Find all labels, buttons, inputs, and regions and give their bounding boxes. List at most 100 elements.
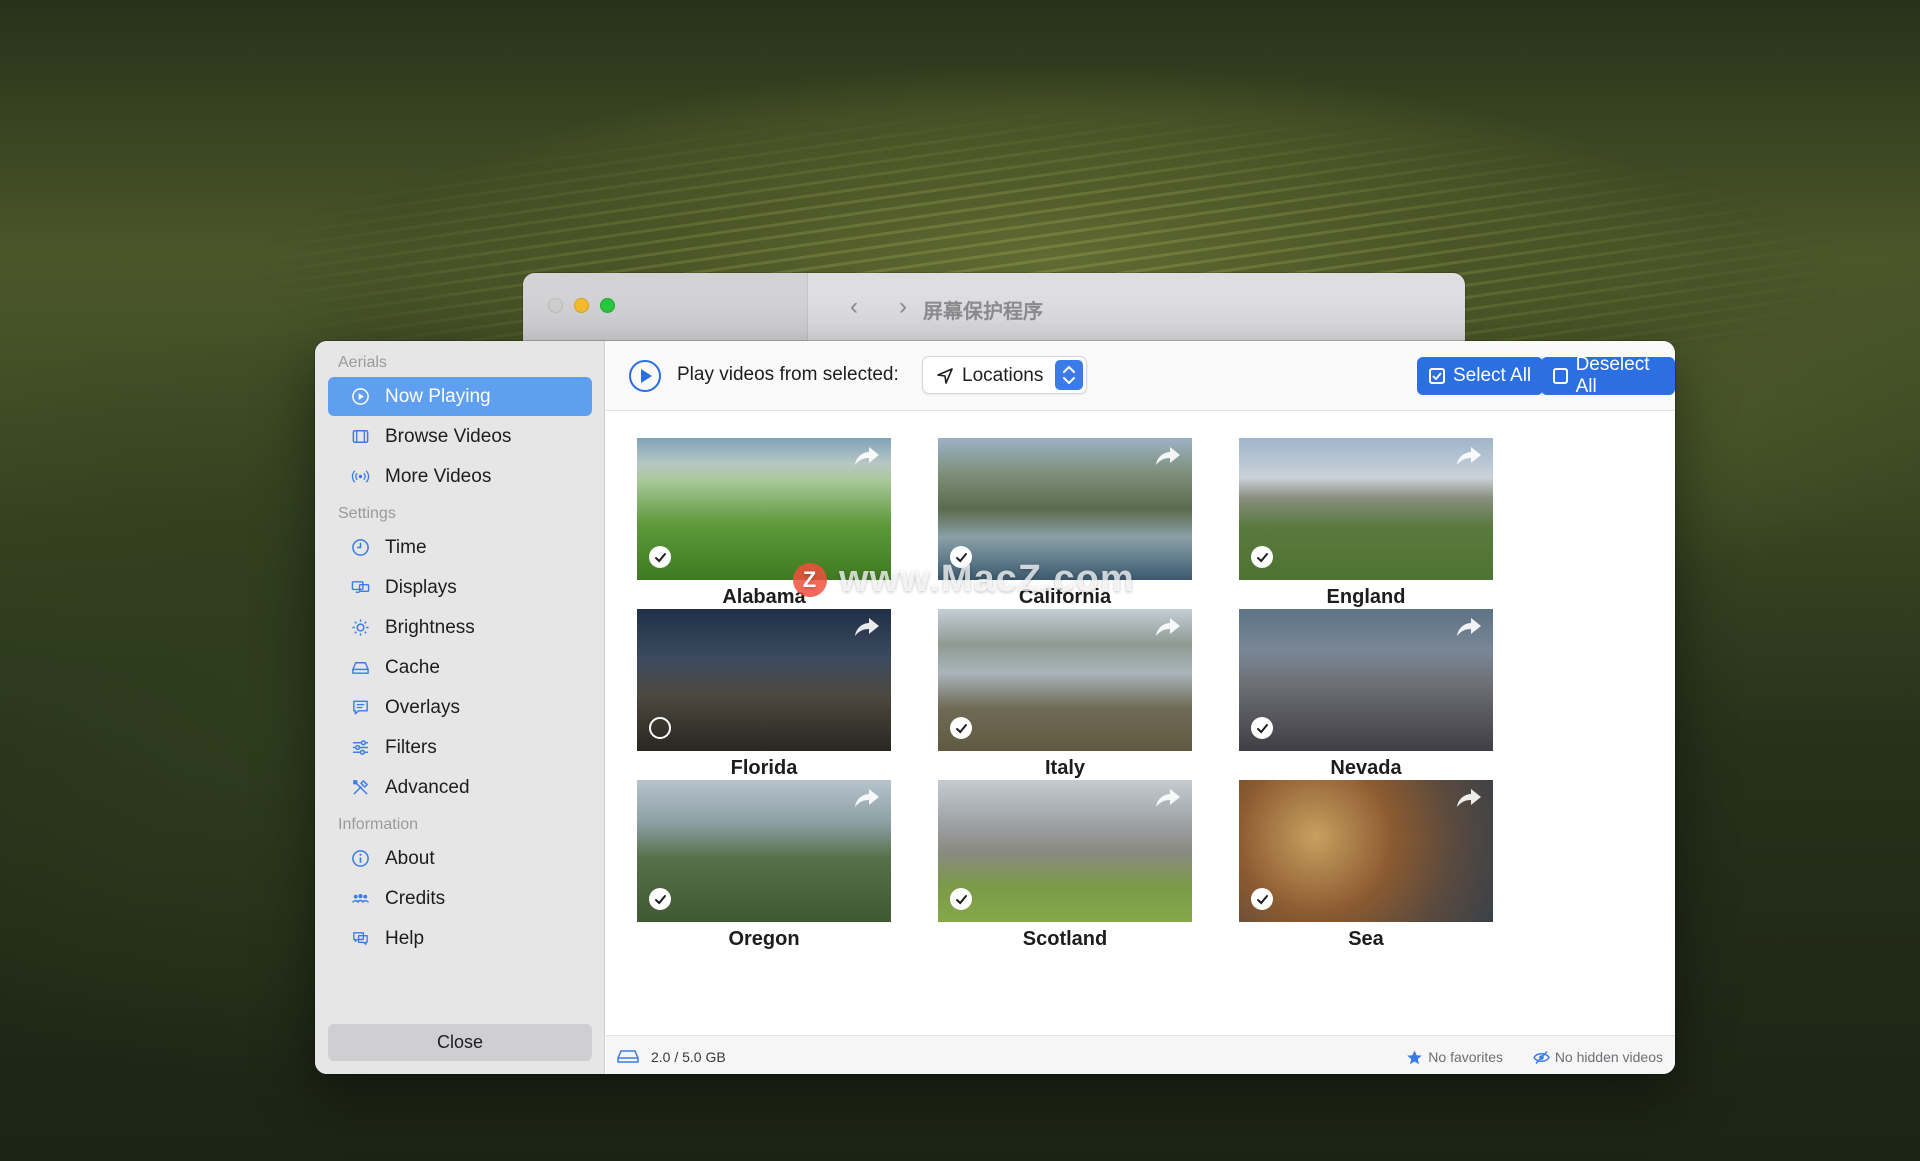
eye-slash-icon [1532,1050,1550,1064]
location-card-nevada[interactable]: Nevada1 video [1239,609,1493,805]
location-card-sea[interactable]: Sea [1239,780,1493,951]
location-card-england[interactable]: England1 video [1239,438,1493,634]
sidebar-item-cache[interactable]: Cache [328,648,592,687]
sidebar-item-about[interactable]: About [328,839,592,878]
sidebar-item-help[interactable]: Help [328,919,592,958]
sidebar-item-label: Filters [385,736,437,758]
sidebar-item-credits[interactable]: Credits [328,879,592,918]
location-thumbnail[interactable] [938,780,1192,922]
share-arrow-icon[interactable] [853,786,881,810]
sidebar-item-overlays[interactable]: Overlays [328,688,592,727]
select-all-button[interactable]: Select All [1417,357,1544,395]
toolbar: Play videos from selected: Locations Sel… [606,341,1675,411]
checkmark-circle-icon[interactable] [649,888,671,910]
checkmark-circle-icon[interactable] [649,546,671,568]
sidebar-item-filters[interactable]: Filters [328,728,592,767]
sidebar-item-label: Credits [385,887,446,909]
watermark-text: www.MacZ.com [839,558,1135,600]
close-button[interactable]: Close [328,1024,592,1061]
favorites-status[interactable]: No favorites [1406,1049,1503,1065]
location-thumbnail[interactable] [1239,780,1493,922]
sidebar-item-label: About [385,847,435,869]
window-minimize-button[interactable] [574,298,589,313]
location-name: Nevada [1330,757,1402,779]
section-title-aerials: Aerials [338,354,387,371]
location-thumbnail[interactable] [637,609,891,751]
window-close-button[interactable] [548,298,563,313]
source-mode-popup[interactable]: Locations [922,356,1087,394]
sidebar-item-displays[interactable]: Displays [328,568,592,607]
share-arrow-icon[interactable] [1455,786,1483,810]
location-thumbnail[interactable] [938,609,1192,751]
locations-grid[interactable]: Alabama1 videoCalifornia8 videosEngland1… [606,412,1675,1035]
sidebar-item-now-playing[interactable]: Now Playing [328,377,592,416]
sliders-icon [350,738,370,758]
watermark: Z www.MacZ.com [793,558,1135,601]
window-title: 屏幕保护程序 [923,301,1043,323]
checkmark-circle-icon[interactable] [950,717,972,739]
checkmark-circle-icon[interactable] [1251,546,1273,568]
sidebar-item-browse-videos[interactable]: Browse Videos [328,417,592,456]
sidebar-item-label: Advanced [385,776,470,798]
location-card-alabama[interactable]: Alabama1 video [637,438,891,634]
location-thumbnail[interactable] [1239,609,1493,751]
text-bubble-icon [350,698,370,718]
sidebar-item-label: Now Playing [385,385,491,407]
location-name: Sea [1348,928,1384,950]
location-card-oregon[interactable]: Oregon [637,780,891,951]
location-thumbnail[interactable] [1239,438,1493,580]
watermark-badge: Z [793,562,827,597]
section-title-settings: Settings [338,505,396,522]
share-arrow-icon[interactable] [1154,786,1182,810]
star-icon [1407,1050,1423,1064]
tools-icon [350,778,370,798]
hidden-label: No hidden videos [1554,1049,1663,1065]
select-all-label: Select All [1453,365,1532,386]
sun-icon [350,618,370,638]
disk-usage: 2.0 / 5.0 GB [651,1049,726,1065]
location-thumbnail[interactable] [637,780,891,922]
sidebar-item-label: Displays [385,576,457,598]
chevron-updown-icon [1055,360,1083,390]
location-name: England [1326,586,1406,608]
location-name: Italy [1044,757,1086,779]
sidebar-item-time[interactable]: Time [328,528,592,567]
status-bar: 2.0 / 5.0 GB No favorites No hidden vide… [606,1035,1675,1074]
checkmark-circle-icon[interactable] [1251,888,1273,910]
share-arrow-icon[interactable] [853,615,881,639]
checkmark-circle-icon[interactable] [1251,717,1273,739]
location-card-florida[interactable]: Florida1 video [637,609,891,805]
hidden-status[interactable]: No hidden videos [1532,1049,1663,1065]
sidebar-item-brightness[interactable]: Brightness [328,608,592,647]
deselect-all-button[interactable]: Deselect All [1541,354,1675,397]
empty-circle-icon[interactable] [649,717,671,739]
location-card-california[interactable]: California8 videos [938,438,1192,634]
location-card-scotland[interactable]: Scotland [938,780,1192,951]
main-content: Play videos from selected: Locations Sel… [606,341,1675,1074]
drive-icon [350,658,370,678]
location-card-italy[interactable]: Italy1 video [938,609,1192,805]
sidebar-item-advanced[interactable]: Advanced [328,768,592,807]
share-arrow-icon[interactable] [1455,615,1483,639]
window-zoom-button[interactable] [600,298,615,313]
location-name: Oregon [728,928,800,950]
sidebar-item-more-videos[interactable]: More Videos [328,457,592,496]
help-bubble-icon [350,929,370,949]
location-name: Florida [730,757,798,779]
play-circle-icon[interactable] [628,359,662,393]
share-arrow-icon[interactable] [1455,444,1483,468]
share-arrow-icon[interactable] [1154,615,1182,639]
play-videos-label: Play videos from selected: [677,364,899,385]
antenna-icon [350,467,370,487]
checkbox-empty-icon [1553,368,1568,384]
checkbox-checked-icon [1429,368,1445,384]
back-button[interactable]: ‹ [842,293,866,321]
forward-button[interactable]: › [891,293,915,321]
sidebar-item-label: Brightness [385,616,475,638]
sidebar-item-label: Help [385,927,425,949]
share-arrow-icon[interactable] [1154,444,1182,468]
share-arrow-icon[interactable] [853,444,881,468]
deselect-all-label: Deselect All [1575,354,1650,397]
source-mode-value: Locations [962,365,1044,386]
checkmark-circle-icon[interactable] [950,888,972,910]
